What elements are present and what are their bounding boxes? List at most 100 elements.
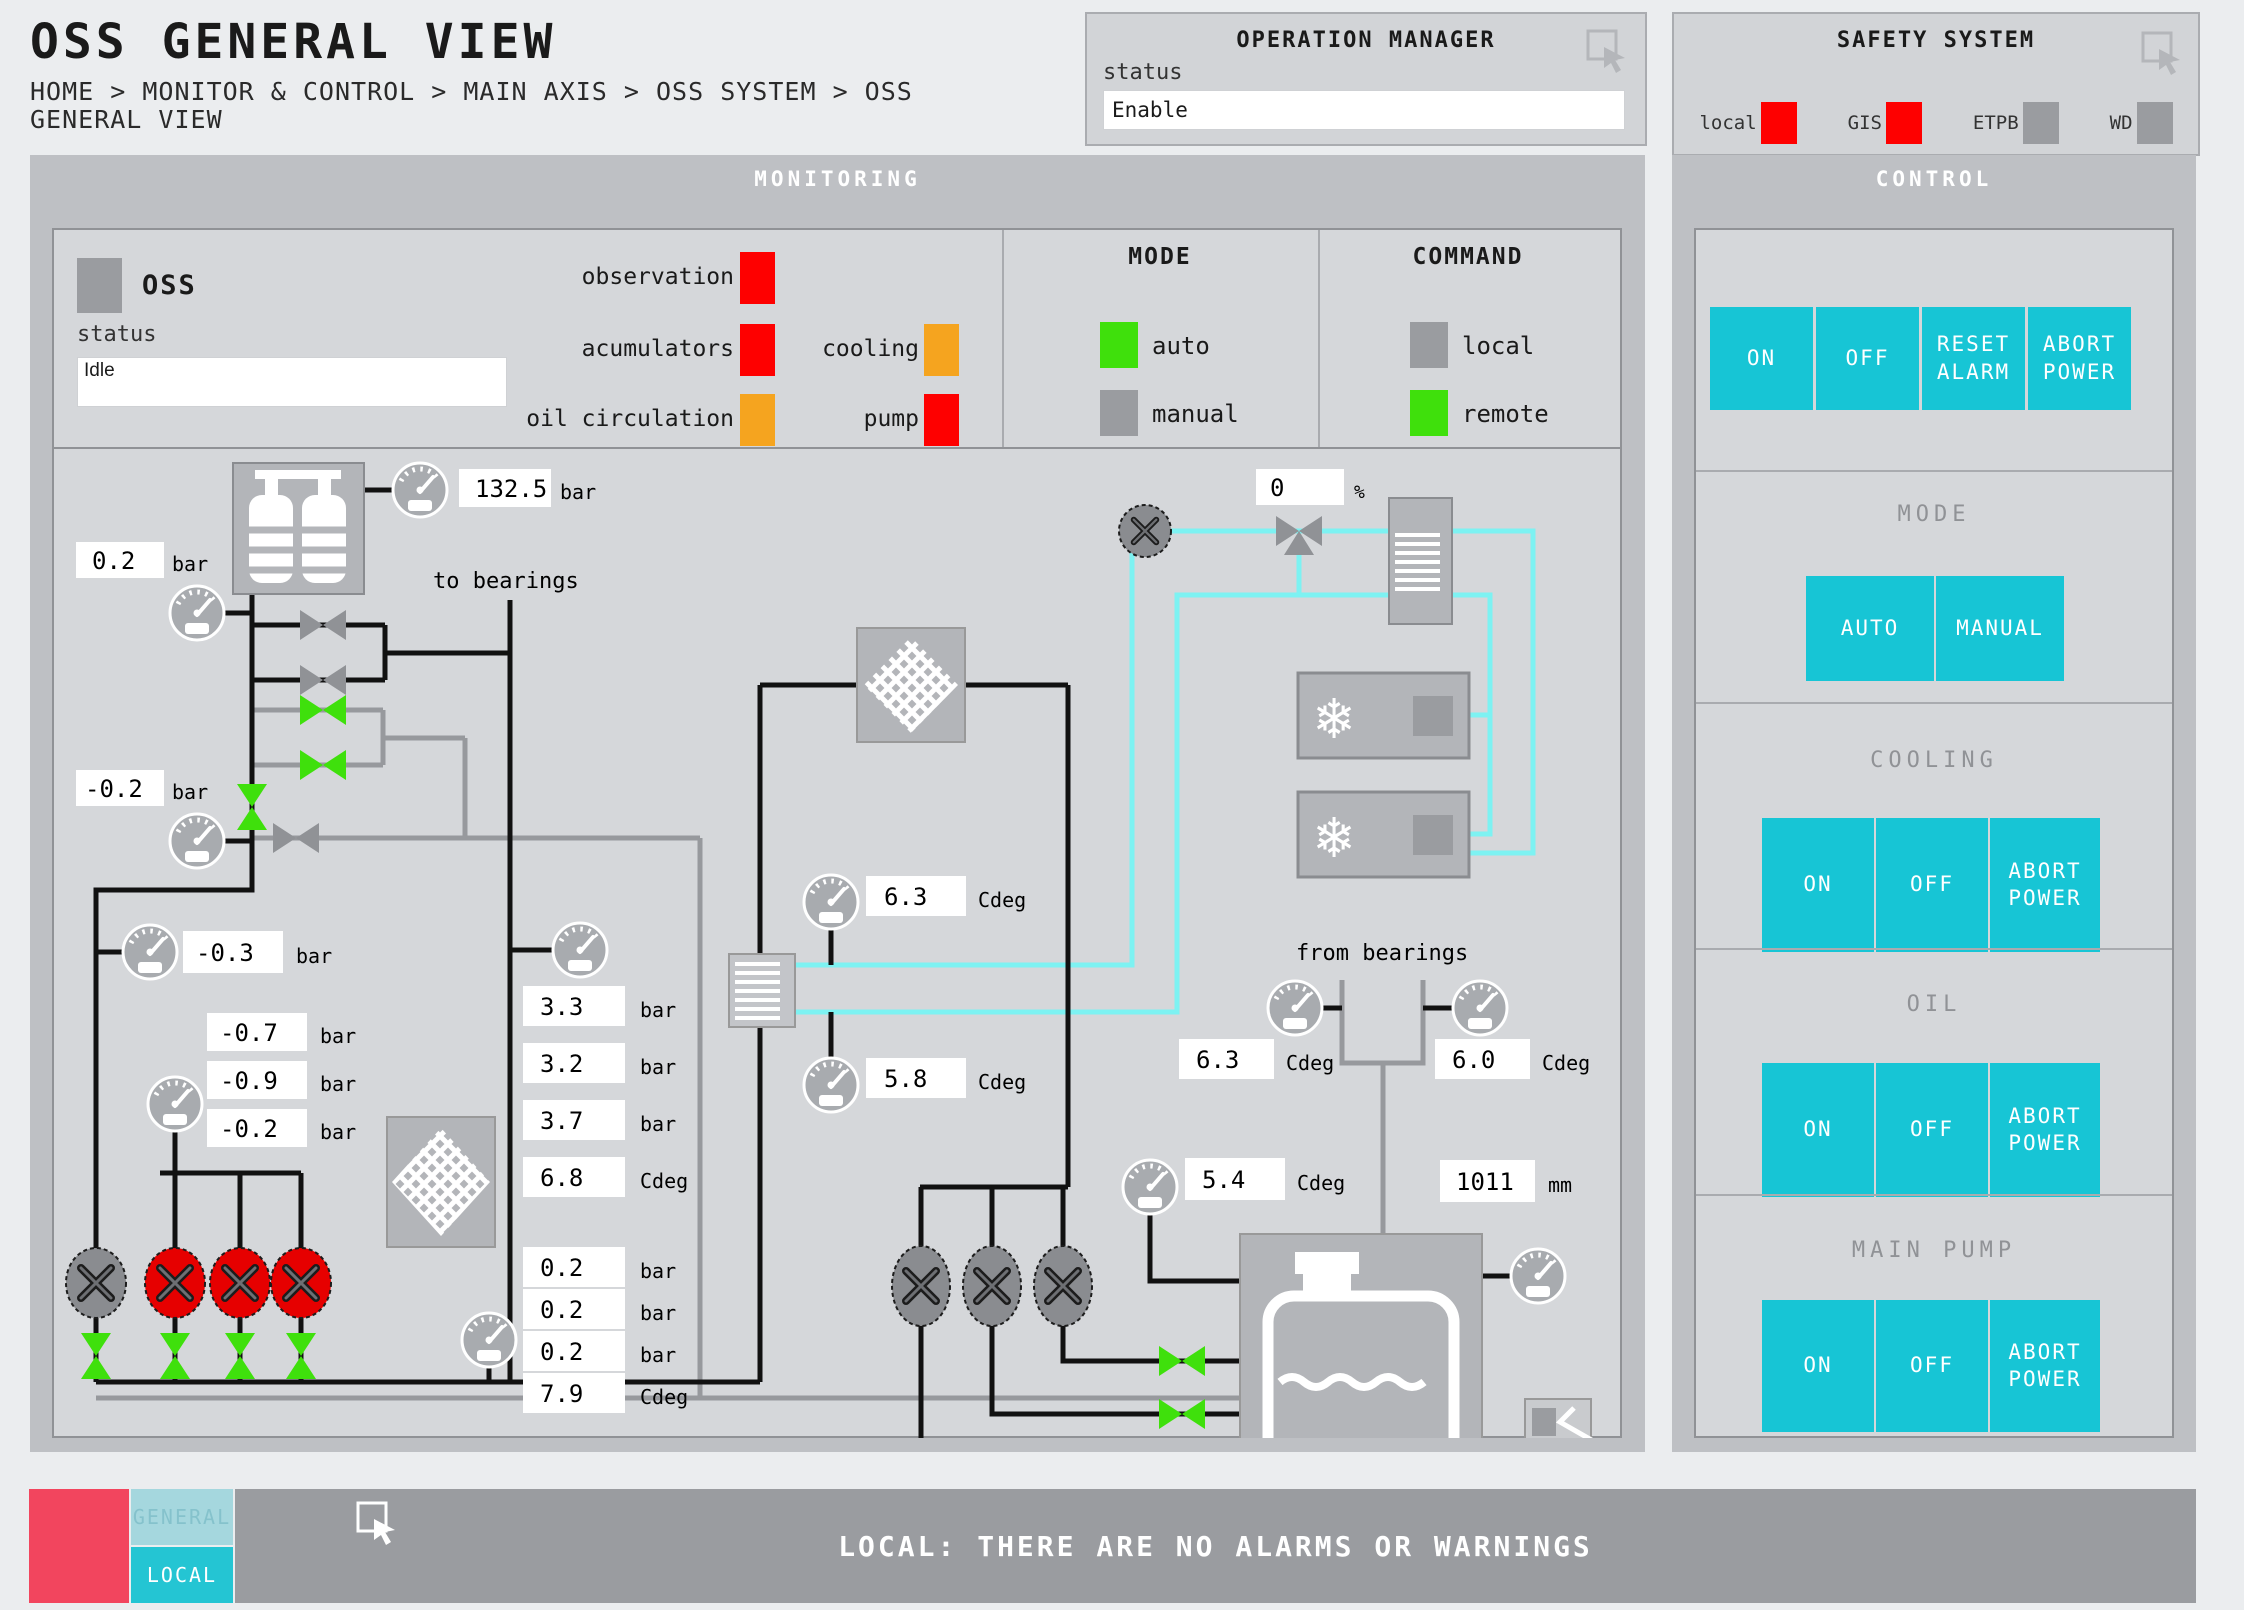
oil-abort-power-button[interactable]: ABORT POWER — [1990, 1063, 2100, 1197]
svg-text:bar: bar — [320, 1120, 356, 1144]
command-local-label: local — [1462, 332, 1534, 360]
safety-indicator-label: GIS — [1848, 112, 1882, 134]
observation-label: observation — [474, 264, 734, 290]
cooling-abort-power-button[interactable]: ABORT POWER — [1990, 818, 2100, 952]
main-pump-off-button[interactable]: OFF — [1876, 1300, 1988, 1432]
auto-button[interactable]: AUTO — [1806, 576, 1934, 681]
cooling-off-button[interactable]: OFF — [1876, 818, 1988, 952]
acumulators-label: acumulators — [474, 336, 734, 362]
svg-text:bar: bar — [320, 1024, 356, 1048]
observation-lamp — [740, 252, 775, 304]
divider — [1696, 470, 2172, 472]
chiller-1-icon: ❄ — [1298, 673, 1469, 758]
svg-text:bar: bar — [320, 1072, 356, 1096]
oss-status-field[interactable]: Idle — [77, 357, 507, 407]
main-control-buttons: ON OFF RESET ALARM ABORT POWER — [1710, 307, 2131, 410]
navigate-icon[interactable] — [2140, 30, 2186, 80]
pump-outlet-pressure-3: 0.2 — [540, 1338, 583, 1366]
monitoring-title: MONITORING — [30, 155, 1645, 191]
oss-process-schematic: ❄ ❄ — [52, 445, 1622, 1438]
svg-text:bar: bar — [640, 1259, 676, 1283]
to-bearings-label: to bearings — [433, 569, 579, 594]
tab-general[interactable]: GENERAL — [131, 1489, 233, 1545]
svg-text:❄: ❄ — [1316, 683, 1352, 753]
command-title: COMMAND — [1318, 244, 1618, 270]
oil-circulation-label: oil circulation — [474, 406, 734, 432]
navigate-icon[interactable] — [1585, 28, 1631, 78]
from-bearings-temp-1: 6.3 — [1196, 1046, 1239, 1074]
svg-text:mm: mm — [1548, 1173, 1572, 1197]
divider — [1696, 702, 2172, 704]
svg-text:❄: ❄ — [1316, 802, 1352, 872]
chiller-2-icon: ❄ — [1298, 792, 1469, 877]
svg-text:bar: bar — [640, 1343, 676, 1367]
isolation-valves-gray[interactable] — [273, 610, 346, 853]
safety-indicators: local GIS ETPB WD — [1674, 102, 2198, 144]
breadcrumb: HOME > MONITOR & CONTROL > MAIN AXIS > O… — [30, 78, 930, 133]
bearing-supply-pressure-3: 3.7 — [540, 1107, 583, 1135]
off-button[interactable]: OFF — [1816, 307, 1919, 410]
oil-buttons: ON OFF ABORT POWER — [1762, 1063, 2100, 1197]
command-remote-lamp — [1410, 390, 1448, 436]
svg-text:Cdeg: Cdeg — [1297, 1171, 1345, 1195]
cooler-return-temperature: 5.8 — [884, 1065, 927, 1093]
svg-text:bar: bar — [560, 480, 596, 504]
tank-level: 1011 — [1456, 1168, 1514, 1196]
reset-alarm-button[interactable]: RESET ALARM — [1922, 307, 2025, 410]
mode-manual-lamp — [1100, 390, 1138, 436]
abort-power-button[interactable]: ABORT POWER — [2028, 307, 2131, 410]
oss-general-view-screen: OSS GENERAL VIEW HOME > MONITOR & CONTRO… — [0, 0, 2244, 1610]
accumulator-pressure-value: 132.5 — [475, 475, 547, 503]
safety-indicator-lamp — [1886, 102, 1922, 144]
cooling-section-title: COOLING — [1696, 748, 2172, 773]
oss-status-section: OSS status Idle observation acumulators … — [54, 230, 1620, 449]
safety-indicator-local: local — [1699, 102, 1796, 144]
safety-indicator-lamp — [1761, 102, 1797, 144]
bearing-supply-pressure-2: 3.2 — [540, 1050, 583, 1078]
main-pump-on-button[interactable]: ON — [1762, 1300, 1874, 1432]
oil-section-title: OIL — [1696, 992, 2172, 1017]
on-button[interactable]: ON — [1710, 307, 1813, 410]
filter-icon — [387, 1117, 495, 1247]
mode-buttons: AUTO MANUAL — [1806, 576, 2064, 681]
safety-indicator-lamp — [2023, 102, 2059, 144]
safety-indicator-label: local — [1699, 112, 1756, 134]
mode-section-title: MODE — [1696, 502, 2172, 527]
safety-system-panel: SAFETY SYSTEM local GIS ETPB WD — [1672, 12, 2200, 156]
op-status-field[interactable]: Enable — [1103, 90, 1625, 130]
svg-text:bar: bar — [640, 1112, 676, 1136]
tank-heater-icon — [1525, 1399, 1591, 1438]
pump-label: pump — [749, 406, 919, 432]
main-pump-abort-power-button[interactable]: ABORT POWER — [1990, 1300, 2100, 1432]
return-pressure-value: -0.2 — [85, 775, 143, 803]
suction-pressure-2: -0.9 — [220, 1067, 278, 1095]
operation-manager-panel: OPERATION MANAGER status Enable — [1085, 12, 1647, 146]
divider — [1696, 948, 2172, 950]
pump-outlet-pressure-1: 0.2 — [540, 1254, 583, 1282]
oil-off-button[interactable]: OFF — [1876, 1063, 1988, 1197]
tank-temperature: 5.4 — [1202, 1166, 1245, 1194]
main-pumps — [892, 1246, 1092, 1326]
svg-text:bar: bar — [640, 998, 676, 1022]
cooling-valve-opening: 0 — [1270, 474, 1284, 502]
pressure-gauges — [123, 463, 1565, 1367]
suction-pressure-1: -0.7 — [220, 1019, 278, 1047]
control-title: CONTROL — [1672, 155, 2196, 191]
operation-manager-title: OPERATION MANAGER — [1087, 14, 1645, 53]
oss-label: OSS — [142, 270, 197, 301]
svg-text:Cdeg: Cdeg — [1286, 1051, 1334, 1075]
plate-heat-exchanger-icon — [1389, 498, 1452, 624]
safety-system-title: SAFETY SYSTEM — [1674, 14, 2198, 53]
mode-auto-label: auto — [1152, 332, 1210, 360]
safety-indicator-gis: GIS — [1848, 102, 1922, 144]
divider — [1696, 1194, 2172, 1196]
tab-local[interactable]: LOCAL — [131, 1547, 233, 1603]
oil-on-button[interactable]: ON — [1762, 1063, 1874, 1197]
page-title: OSS GENERAL VIEW — [30, 14, 556, 70]
navigate-icon[interactable] — [355, 1500, 401, 1550]
cooling-on-button[interactable]: ON — [1762, 818, 1874, 952]
safety-indicator-lamp — [2137, 102, 2173, 144]
cooling-label: cooling — [749, 336, 919, 362]
three-way-valve[interactable] — [1276, 516, 1322, 555]
manual-button[interactable]: MANUAL — [1936, 576, 2064, 681]
